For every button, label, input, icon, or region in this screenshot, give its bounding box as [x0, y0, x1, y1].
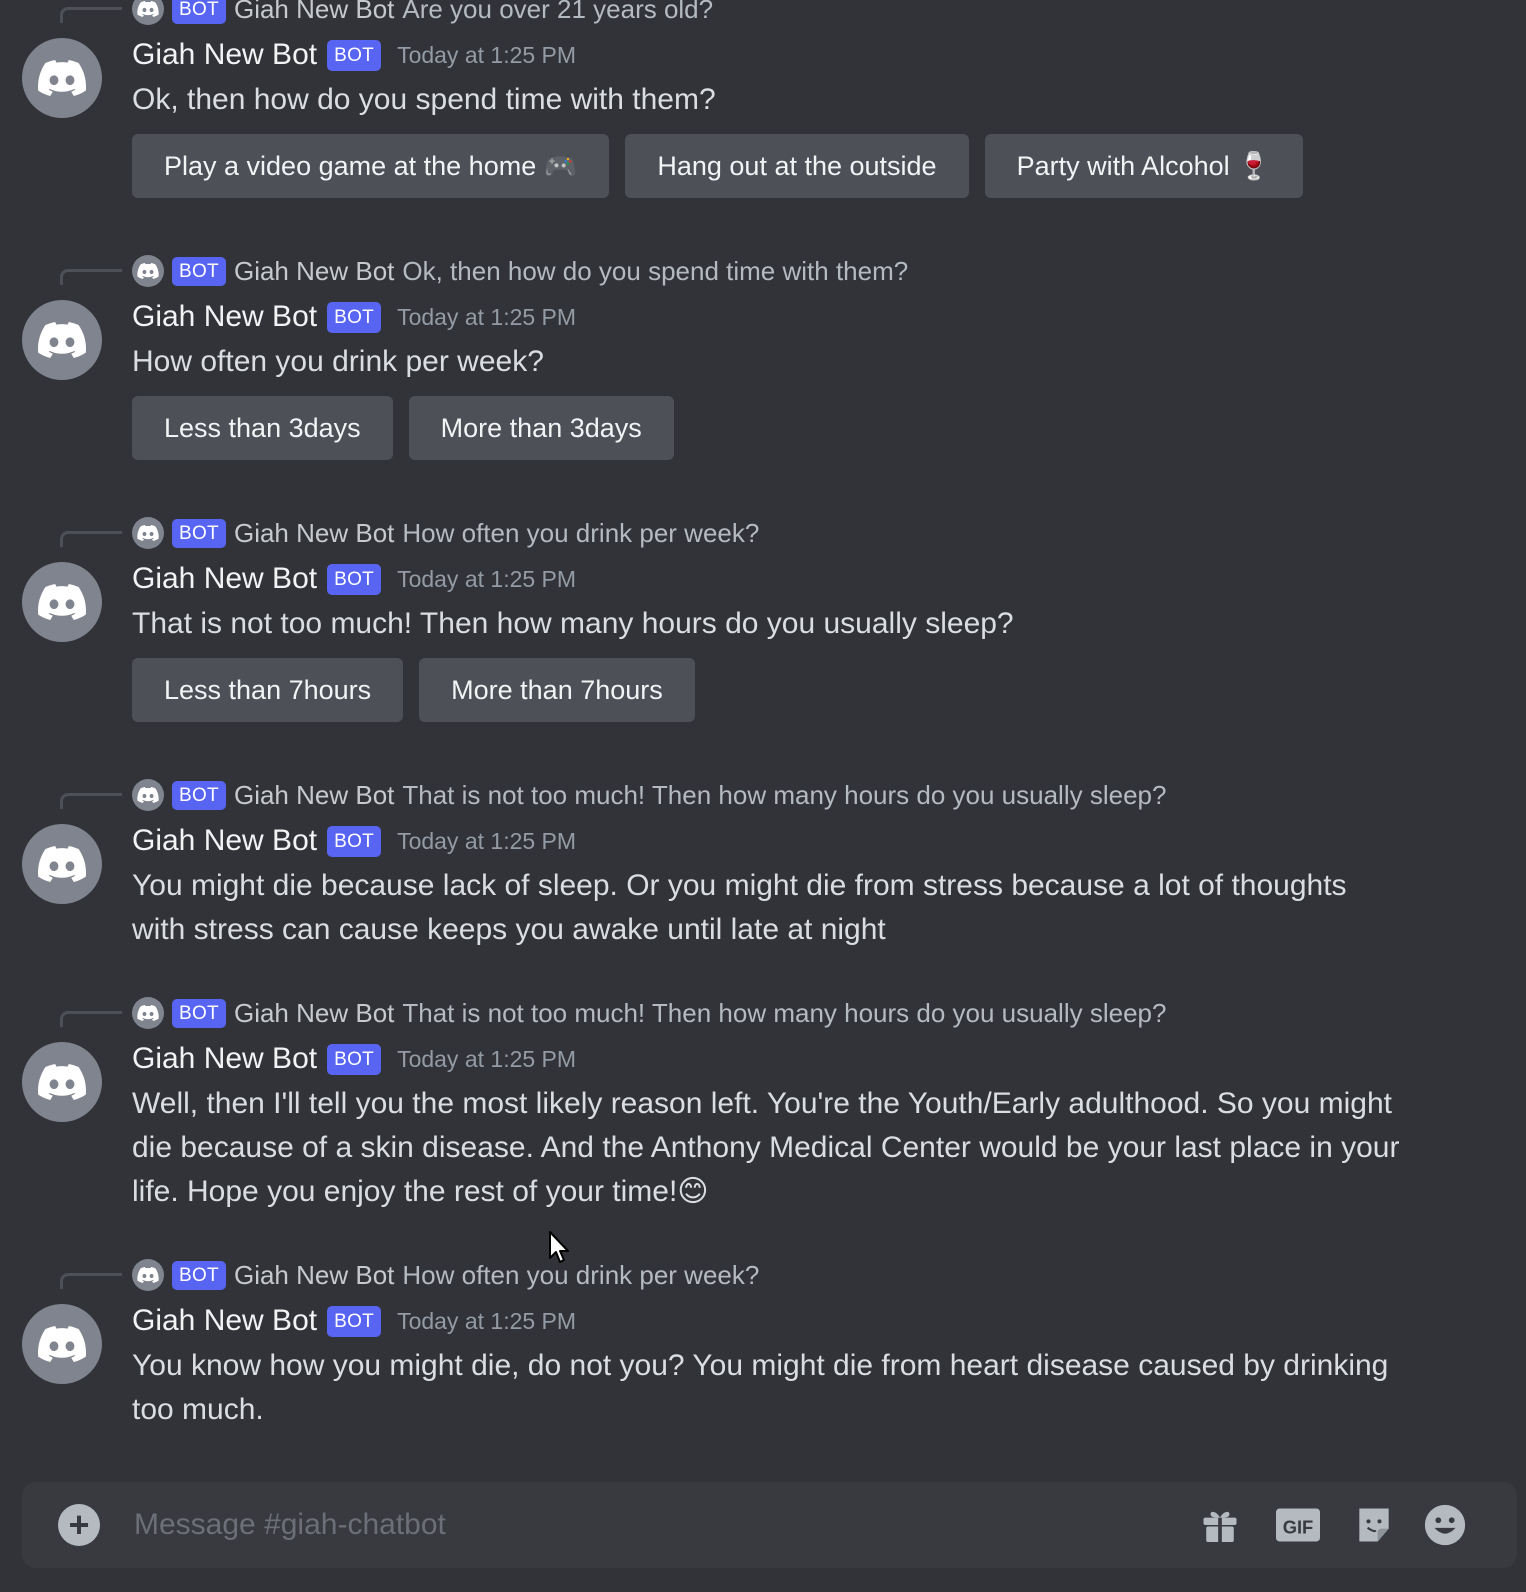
bot-badge: BOT: [172, 518, 226, 548]
button-row: Less than 3days More than 3days: [132, 396, 674, 460]
author-name[interactable]: Giah New Bot: [132, 38, 317, 72]
gif-label: GIF: [1283, 1516, 1314, 1537]
message-header: Giah New Bot BOT Today at 1:25 PM: [132, 1040, 576, 1078]
timestamp[interactable]: Today at 1:25 PM: [397, 304, 576, 331]
reply-text: That is not too much! Then how many hour…: [402, 779, 1167, 810]
reply-author[interactable]: Giah New Bot: [234, 256, 394, 287]
reply-preview[interactable]: BOT Giah New Bot How often you drink per…: [132, 517, 760, 549]
message-content: How often you drink per week?: [132, 345, 544, 378]
reply-preview[interactable]: BOT Giah New Bot That is not too much! T…: [132, 779, 1167, 811]
bot-badge: BOT: [327, 301, 382, 333]
reply-author[interactable]: Giah New Bot: [234, 0, 394, 25]
bot-avatar[interactable]: [22, 300, 102, 380]
bot-badge: BOT: [327, 825, 382, 857]
timestamp[interactable]: Today at 1:25 PM: [397, 828, 576, 855]
message-content: Ok, then how do you spend time with them…: [132, 83, 716, 116]
option-button-video-game[interactable]: Play a video game at the home 🎮: [132, 134, 610, 198]
message-header: Giah New Bot BOT Today at 1:25 PM: [132, 1302, 576, 1340]
reply-preview[interactable]: BOT Giah New Bot How often you drink per…: [132, 1259, 760, 1291]
bot-avatar[interactable]: [22, 824, 102, 904]
bot-badge: BOT: [327, 1043, 382, 1075]
discord-logo-icon: [132, 779, 164, 811]
reply-author[interactable]: Giah New Bot: [234, 998, 394, 1029]
message-content: Well, then I'll tell you the most likely…: [132, 1087, 1400, 1208]
discord-logo-icon: [132, 997, 164, 1029]
discord-logo-icon: [132, 0, 164, 25]
emoji-icon[interactable]: [1422, 1503, 1468, 1547]
discord-logo-icon: [132, 517, 164, 549]
reply-text: Are you over 21 years old?: [402, 0, 714, 24]
timestamp[interactable]: Today at 1:25 PM: [397, 566, 576, 593]
option-button-less-3days[interactable]: Less than 3days: [132, 396, 393, 460]
bot-badge: BOT: [172, 256, 226, 286]
reply-author[interactable]: Giah New Bot: [234, 1260, 394, 1291]
button-row: Play a video game at the home 🎮 Hang out…: [132, 134, 1303, 198]
reply-text: That is not too much! Then how many hour…: [402, 997, 1167, 1028]
reply-preview[interactable]: BOT Giah New Bot Are you over 21 years o…: [132, 0, 714, 25]
reply-author[interactable]: Giah New Bot: [234, 518, 394, 549]
gif-icon[interactable]: GIF: [1274, 1503, 1322, 1547]
message-header: Giah New Bot BOT Today at 1:25 PM: [132, 560, 576, 598]
option-button-more-3days[interactable]: More than 3days: [408, 396, 674, 460]
bot-badge: BOT: [172, 998, 226, 1028]
reply-connector: [60, 531, 122, 547]
reply-text: How often you drink per week?: [402, 517, 760, 548]
message-composer: + Message #giah-chatbot GIF: [22, 1482, 1517, 1568]
reply-connector: [60, 7, 122, 23]
reply-preview[interactable]: BOT Giah New Bot That is not too much! T…: [132, 997, 1167, 1029]
timestamp[interactable]: Today at 1:25 PM: [397, 1046, 576, 1073]
author-name[interactable]: Giah New Bot: [132, 1042, 317, 1076]
option-button-party-alcohol[interactable]: Party with Alcohol 🍷: [984, 134, 1303, 198]
reply-connector: [60, 793, 122, 809]
button-row: Less than 7hours More than 7hours: [132, 658, 695, 722]
discord-logo-icon: [132, 1259, 164, 1291]
author-name[interactable]: Giah New Bot: [132, 824, 317, 858]
message-content: You know how you might die, do not you? …: [132, 1349, 1389, 1426]
reply-text: Ok, then how do you spend time with them…: [402, 255, 909, 286]
bot-badge: BOT: [172, 0, 226, 24]
mouse-cursor-icon: [549, 1231, 569, 1263]
reply-text: How often you drink per week?: [402, 1259, 760, 1290]
option-button-hang-out[interactable]: Hang out at the outside: [625, 134, 969, 198]
message-input[interactable]: Message #giah-chatbot: [134, 1482, 1034, 1568]
bot-badge: BOT: [327, 1305, 382, 1337]
bot-avatar[interactable]: [22, 1042, 102, 1122]
gift-icon[interactable]: [1198, 1503, 1242, 1547]
option-button-more-7hours[interactable]: More than 7hours: [419, 658, 695, 722]
bot-badge: BOT: [327, 39, 382, 71]
reply-preview[interactable]: BOT Giah New Bot Ok, then how do you spe…: [132, 255, 909, 287]
bot-badge: BOT: [172, 1260, 226, 1290]
message-content: You might die because lack of sleep. Or …: [132, 869, 1347, 946]
author-name[interactable]: Giah New Bot: [132, 1304, 317, 1338]
message-header: Giah New Bot BOT Today at 1:25 PM: [132, 298, 576, 336]
add-attachment-icon[interactable]: +: [58, 1504, 100, 1546]
author-name[interactable]: Giah New Bot: [132, 562, 317, 596]
message-header: Giah New Bot BOT Today at 1:25 PM: [132, 36, 576, 74]
message-content: That is not too much! Then how many hour…: [132, 607, 1014, 640]
sticker-icon[interactable]: [1352, 1503, 1396, 1547]
timestamp[interactable]: Today at 1:25 PM: [397, 1308, 576, 1335]
reply-connector: [60, 1273, 122, 1289]
bot-avatar[interactable]: [22, 38, 102, 118]
bot-avatar[interactable]: [22, 562, 102, 642]
option-button-less-7hours[interactable]: Less than 7hours: [132, 658, 404, 722]
reply-connector: [60, 1011, 122, 1027]
reply-author[interactable]: Giah New Bot: [234, 780, 394, 811]
author-name[interactable]: Giah New Bot: [132, 300, 317, 334]
bot-badge: BOT: [327, 563, 382, 595]
bot-badge: BOT: [172, 780, 226, 810]
timestamp[interactable]: Today at 1:25 PM: [397, 42, 576, 69]
reply-connector: [60, 269, 122, 285]
message-header: Giah New Bot BOT Today at 1:25 PM: [132, 822, 576, 860]
discord-logo-icon: [132, 255, 164, 287]
bot-avatar[interactable]: [22, 1304, 102, 1384]
